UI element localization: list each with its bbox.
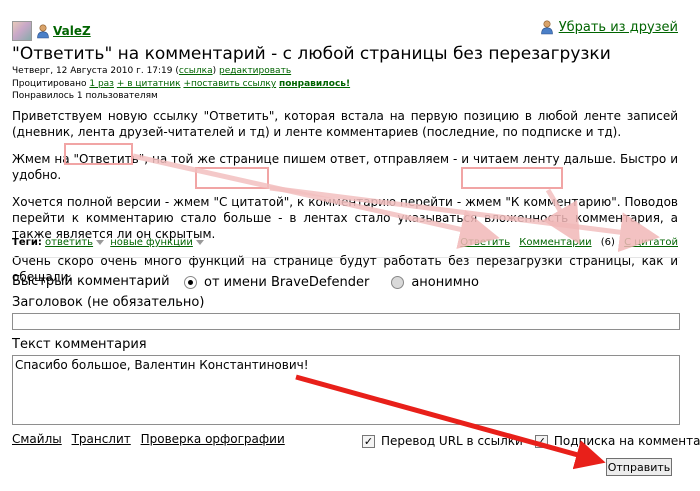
- edit-post-link[interactable]: редактировать: [219, 66, 291, 76]
- annotation-box-reply: [64, 143, 133, 165]
- author-name-link[interactable]: ValeZ: [53, 24, 91, 38]
- post-link-link[interactable]: +поставить ссылку: [183, 79, 276, 89]
- subject-hint: (не обязательно): [86, 295, 205, 310]
- subject-label-row: Заголовок (не обязательно): [12, 295, 204, 310]
- liked-by: Понравилось 1 пользователям: [12, 91, 158, 101]
- comments-count: (6): [600, 237, 615, 248]
- post-body: Приветствуем новую ссылку "Ответить", ко…: [12, 108, 678, 296]
- comment-textarea[interactable]: Спасибо большое, Валентин Константинович…: [12, 355, 680, 425]
- user-remove-icon: [539, 19, 555, 35]
- smileys-link[interactable]: Смайлы: [12, 432, 62, 446]
- url-to-links-checkbox[interactable]: ✓: [362, 434, 375, 448]
- tag-link[interactable]: ответить: [45, 237, 93, 248]
- caret-down-icon[interactable]: [195, 239, 204, 245]
- spellcheck-link[interactable]: Проверка орфографии: [141, 432, 285, 446]
- post-paragraph: Приветствуем новую ссылку "Ответить", ко…: [12, 109, 678, 139]
- comment-options: ✓ Перевод URL в ссылки ✓ Подписка на ком…: [362, 434, 700, 448]
- post-permalink[interactable]: ссылка: [179, 66, 213, 76]
- comments-link[interactable]: Комментарии: [519, 237, 591, 248]
- author-row: ValeZ: [12, 20, 91, 42]
- quoted-count-link[interactable]: 1 раз: [89, 79, 114, 89]
- with-quote-link[interactable]: С цитатой: [624, 237, 678, 248]
- subject-label: Заголовок: [12, 295, 83, 310]
- annotation-box-with-quote: [195, 167, 269, 189]
- remove-friend-link[interactable]: Убрать из друзей: [559, 20, 678, 35]
- remove-friend-row: Убрать из друзей: [536, 19, 678, 35]
- tags-label: Теги:: [12, 237, 42, 248]
- liked-link[interactable]: понравилось!: [279, 79, 350, 89]
- avatar[interactable]: [12, 21, 32, 41]
- tags-row: Теги: ответить новые функции: [12, 237, 207, 248]
- anonymous-radio[interactable]: [391, 276, 405, 289]
- comment-actions: Ответить Комментарии (6) С цитатой: [460, 237, 678, 248]
- quoted-label: Процитировано: [12, 79, 87, 89]
- tag-link[interactable]: новые функции: [110, 237, 193, 248]
- caret-down-icon[interactable]: [96, 239, 105, 245]
- annotation-box-to-comment: [461, 167, 563, 189]
- author-choice: от имени BraveDefender анонимно: [184, 275, 501, 290]
- subject-input[interactable]: [12, 313, 680, 330]
- translit-link[interactable]: Транслит: [72, 432, 131, 446]
- post-paragraph: Хочется полной версии - жмем "С цитатой"…: [12, 195, 678, 241]
- comment-text-label: Текст комментария: [12, 337, 147, 352]
- post-date: Четверг, 12 Августа 2010 г. 17:19: [12, 66, 173, 76]
- url-to-links-label[interactable]: Перевод URL в ссылки: [381, 434, 523, 448]
- subscribe-checkbox[interactable]: ✓: [534, 434, 548, 448]
- post-title: "Ответить" на комментарий - с любой стра…: [12, 44, 611, 64]
- separator: [12, 257, 680, 258]
- editor-tools: Смайлы Транслит Проверка орфографии: [12, 432, 291, 446]
- user-icon: [35, 23, 51, 39]
- add-to-quotes-link[interactable]: + в цитатник: [117, 79, 181, 89]
- submit-button[interactable]: Отправить: [606, 458, 672, 476]
- post-meta: Четверг, 12 Августа 2010 г. 17:19 (ссылк…: [12, 66, 292, 76]
- post-quote-meta: Процитировано 1 раз + в цитатник +постав…: [12, 79, 350, 89]
- as-user-radio[interactable]: [184, 276, 197, 289]
- quick-comment-title: Быстрый комментарий: [12, 274, 170, 289]
- anonymous-label[interactable]: анонимно: [411, 275, 479, 290]
- reply-link[interactable]: Ответить: [460, 237, 510, 248]
- subscribe-label[interactable]: Подписка на комментарии: [554, 434, 700, 448]
- as-user-label[interactable]: от имени BraveDefender: [204, 275, 369, 290]
